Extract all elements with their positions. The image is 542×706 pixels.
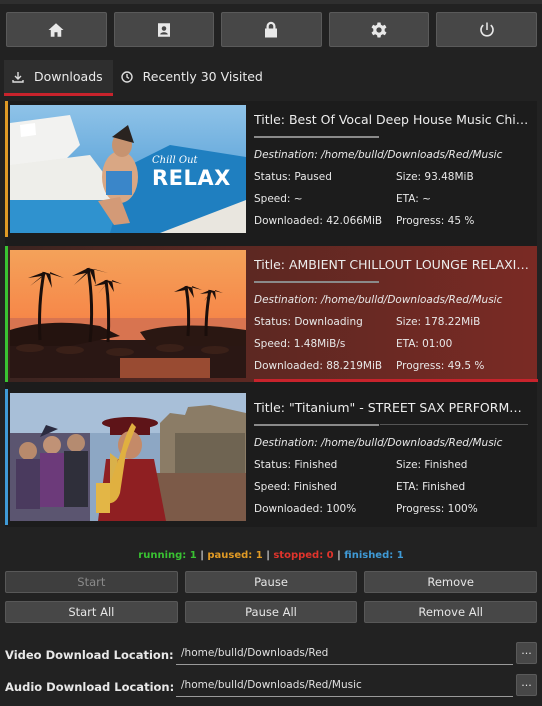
divider bbox=[380, 424, 528, 425]
download-destination: Destination: /home/bulld/Downloads/Red/M… bbox=[254, 437, 503, 449]
audio-location-field[interactable]: /home/bulld/Downloads/Red/Music bbox=[176, 675, 513, 697]
download-eta: ETA: ~ bbox=[396, 193, 431, 205]
download-speed: Speed: ~ bbox=[254, 193, 303, 205]
download-destination: Destination: /home/bulld/Downloads/Red/M… bbox=[254, 294, 503, 306]
tab-recently-visited[interactable]: Recently 30 Visited bbox=[113, 60, 273, 93]
status-indicator-bar bbox=[5, 246, 8, 382]
action-row-single: Start Pause Remove bbox=[5, 571, 538, 593]
home-button[interactable] bbox=[6, 12, 107, 47]
download-destination: Destination: /home/bulld/Downloads/Red/M… bbox=[254, 149, 503, 161]
pause-button[interactable]: Pause bbox=[184, 571, 358, 593]
lock-icon bbox=[265, 21, 278, 37]
status-indicator-bar bbox=[5, 101, 8, 237]
download-icon bbox=[12, 71, 24, 83]
summary-running: running: 1 bbox=[138, 550, 197, 561]
video-location-row: Video Download Location: /home/bulld/Dow… bbox=[5, 641, 537, 669]
status-indicator-bar bbox=[5, 389, 8, 525]
summary-paused: paused: 1 bbox=[207, 550, 263, 561]
audio-location-row: Audio Download Location: /home/bulld/Dow… bbox=[5, 673, 537, 701]
contact-card-icon bbox=[157, 22, 170, 37]
remove-all-button[interactable]: Remove All bbox=[364, 601, 538, 623]
download-size: Size: 93.48MiB bbox=[396, 171, 474, 183]
thumbnail-text-relax: RELAX bbox=[152, 166, 231, 190]
download-eta: ETA: 01:00 bbox=[396, 338, 453, 350]
settings-button[interactable] bbox=[328, 12, 430, 47]
download-progress: Progress: 49.5 % bbox=[396, 360, 485, 372]
thumbnail-text-chill: Chill Out bbox=[152, 155, 198, 166]
download-speed: Speed: 1.48MiB/s bbox=[254, 338, 346, 350]
download-speed: Speed: Finished bbox=[254, 481, 337, 493]
account-button[interactable] bbox=[113, 12, 215, 47]
video-location-label: Video Download Location: bbox=[5, 648, 174, 662]
video-browse-button[interactable]: ... bbox=[516, 642, 537, 664]
divider bbox=[254, 281, 379, 283]
action-row-all: Start All Pause All Remove All bbox=[5, 601, 538, 623]
download-list: Chill Out RELAX Title: Best Of Vocal Dee… bbox=[5, 101, 538, 527]
download-summary: running: 1 | paused: 1 | stopped: 0 | fi… bbox=[0, 550, 542, 561]
download-info: Title: "Titanium" - STREET SAX PERFORMAN… bbox=[254, 389, 534, 525]
summary-finished: finished: 1 bbox=[344, 550, 404, 561]
gear-icon bbox=[371, 22, 387, 37]
summary-stopped: stopped: 0 bbox=[273, 550, 334, 561]
tab-recently-visited-label: Recently 30 Visited bbox=[142, 69, 263, 84]
download-info: Title: AMBIENT CHILLOUT LOUNGE RELAXING … bbox=[254, 246, 538, 382]
video-thumbnail: Chill Out RELAX bbox=[10, 105, 246, 233]
window-top-strip bbox=[0, 0, 542, 4]
tab-bar: Downloads Recently 30 Visited bbox=[4, 60, 273, 96]
selection-underline bbox=[254, 379, 538, 382]
remove-button[interactable]: Remove bbox=[364, 571, 538, 593]
download-eta: ETA: Finished bbox=[396, 481, 466, 493]
download-downloaded: Downloaded: 42.066MiB bbox=[254, 215, 383, 227]
divider bbox=[254, 136, 379, 138]
video-location-field[interactable]: /home/bulld/Downloads/Red bbox=[176, 643, 513, 665]
audio-location-label: Audio Download Location: bbox=[5, 680, 175, 694]
lock-button[interactable] bbox=[221, 12, 322, 47]
summary-separator: | bbox=[266, 550, 270, 561]
download-status: Status: Paused bbox=[254, 171, 332, 183]
video-thumbnail bbox=[10, 393, 246, 521]
download-status: Status: Finished bbox=[254, 459, 338, 471]
start-all-button[interactable]: Start All bbox=[5, 601, 178, 623]
download-status: Status: Downloading bbox=[254, 316, 363, 328]
start-button[interactable]: Start bbox=[5, 571, 178, 593]
download-size: Size: Finished bbox=[396, 459, 468, 471]
tab-downloads[interactable]: Downloads bbox=[4, 60, 113, 96]
summary-separator: | bbox=[337, 550, 341, 561]
tab-downloads-label: Downloads bbox=[34, 69, 103, 84]
download-downloaded: Downloaded: 100% bbox=[254, 503, 357, 515]
download-item[interactable]: Title: AMBIENT CHILLOUT LOUNGE RELAXING … bbox=[5, 246, 538, 382]
download-item[interactable]: Chill Out RELAX Title: Best Of Vocal Dee… bbox=[5, 101, 537, 237]
download-progress: Progress: 100% bbox=[396, 503, 478, 515]
power-button[interactable] bbox=[436, 12, 537, 47]
download-title: Title: AMBIENT CHILLOUT LOUNGE RELAXING … bbox=[254, 257, 530, 272]
download-title: Title: "Titanium" - STREET SAX PERFORMAN… bbox=[254, 400, 530, 415]
download-progress: Progress: 45 % bbox=[396, 215, 475, 227]
audio-browse-button[interactable]: ... bbox=[516, 674, 537, 696]
divider bbox=[254, 424, 379, 426]
download-title: Title: Best Of Vocal Deep House Music Ch… bbox=[254, 112, 530, 127]
pause-all-button[interactable]: Pause All bbox=[184, 601, 358, 623]
power-icon bbox=[479, 22, 494, 37]
download-item[interactable]: Title: "Titanium" - STREET SAX PERFORMAN… bbox=[5, 389, 537, 525]
download-downloaded: Downloaded: 88.219MiB bbox=[254, 360, 383, 372]
home-icon bbox=[48, 22, 64, 37]
main-toolbar bbox=[6, 12, 537, 48]
clock-icon bbox=[120, 70, 133, 83]
summary-separator: | bbox=[200, 550, 204, 561]
download-size: Size: 178.22MiB bbox=[396, 316, 481, 328]
download-info: Title: Best Of Vocal Deep House Music Ch… bbox=[254, 101, 534, 237]
video-thumbnail bbox=[10, 250, 246, 378]
